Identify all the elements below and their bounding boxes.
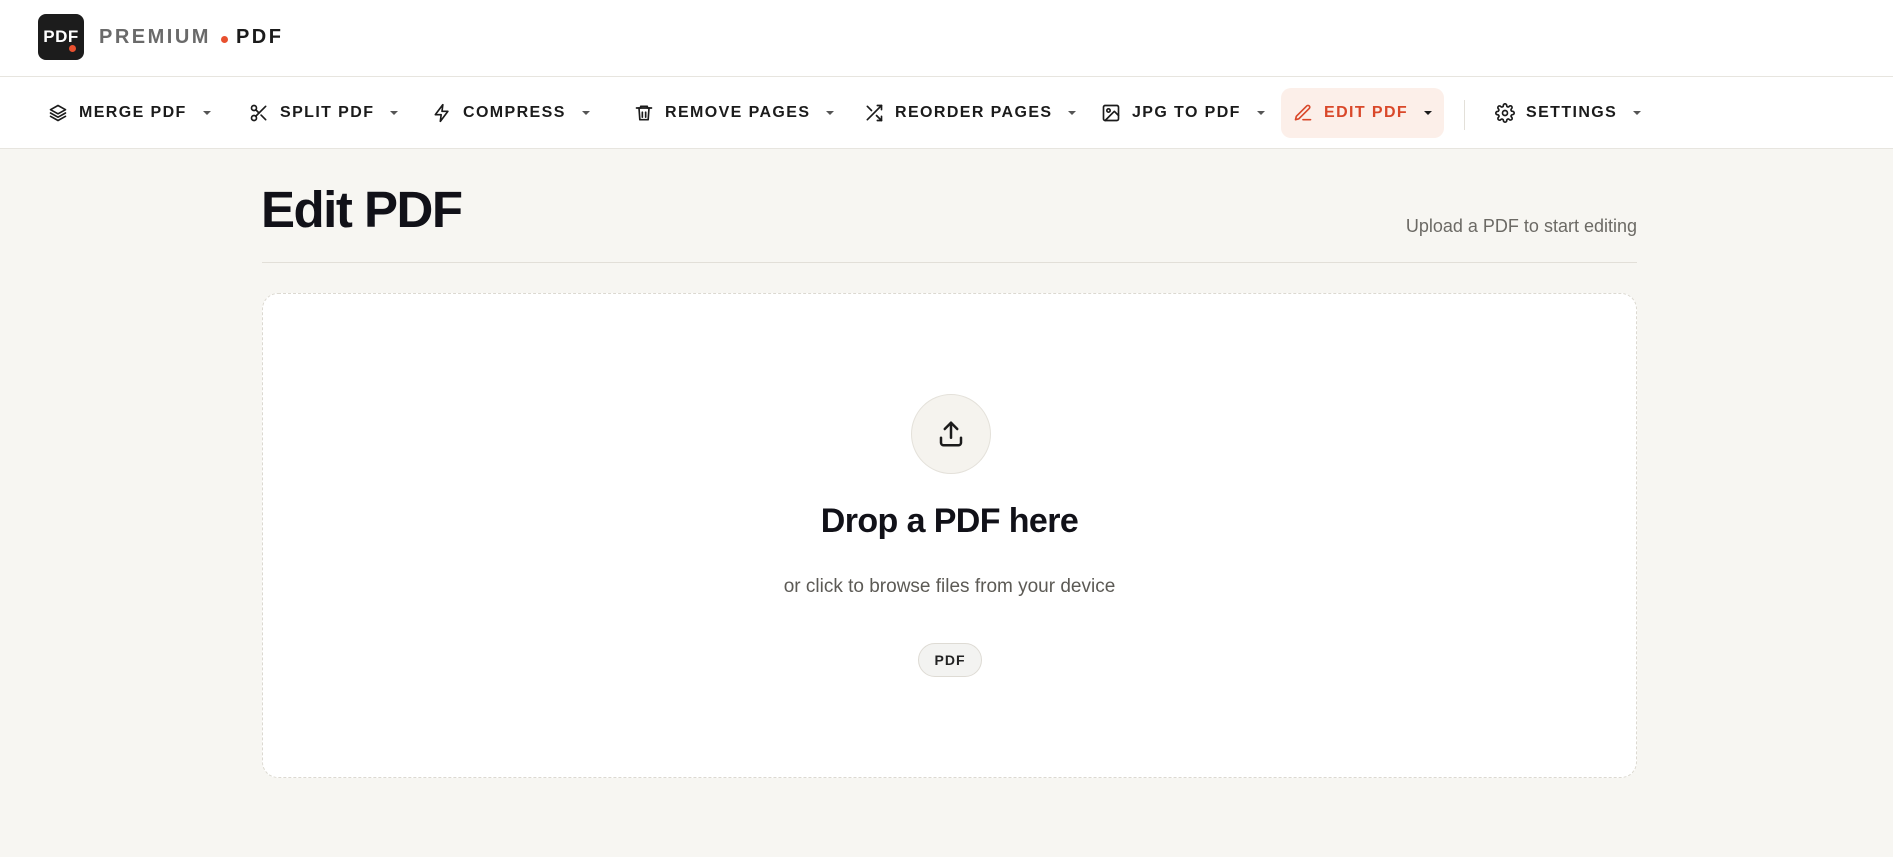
nav-item-label: SPLIT PDF <box>280 104 375 121</box>
nav-item-settings[interactable]: SETTINGS <box>1483 88 1653 138</box>
chevron-down-icon <box>390 111 399 115</box>
chevron-down-icon <box>202 111 211 115</box>
nav-item-split-pdf[interactable]: SPLIT PDF <box>237 88 410 138</box>
shuffle-icon <box>864 103 884 123</box>
brand-name-part2: PDF <box>235 25 284 48</box>
nav-divider <box>1464 100 1465 130</box>
gear-icon <box>1495 103 1515 123</box>
lightning-icon <box>432 103 452 123</box>
chevron-down-icon <box>581 111 590 115</box>
trash-icon <box>634 103 654 123</box>
nav-item-merge-pdf[interactable]: MERGE PDF <box>36 88 223 138</box>
pen-icon <box>1293 103 1313 123</box>
nav-item-label: COMPRESS <box>463 104 566 121</box>
main-nav: MERGE PDF SPLIT PDF COMPRESS REMOVE PAGE… <box>0 77 1893 149</box>
nav-item-jpg-to-pdf[interactable]: JPG TO PDF <box>1089 88 1277 138</box>
nav-item-label: JPG TO PDF <box>1132 104 1241 121</box>
dropzone-subtitle: or click to browse files from your devic… <box>783 576 1116 597</box>
scissors-icon <box>249 103 269 123</box>
logo-dot <box>69 45 76 52</box>
logo[interactable]: PDF <box>38 14 84 60</box>
chevron-down-icon <box>1424 111 1433 115</box>
brand-name[interactable]: PREMIUM PDF <box>99 25 283 49</box>
nav-item-label: SETTINGS <box>1526 104 1618 121</box>
format-badge: PDF <box>918 643 982 677</box>
nav-item-reorder-pages[interactable]: REORDER PAGES <box>852 88 1088 138</box>
file-dropzone[interactable]: Drop a PDF here or click to browse files… <box>262 293 1637 778</box>
dropzone-title: Drop a PDF here <box>820 502 1079 540</box>
brand-dot <box>220 35 228 43</box>
nav-item-compress[interactable]: COMPRESS <box>420 88 602 138</box>
divider <box>262 262 1637 263</box>
logo-text: PDF <box>43 27 79 46</box>
nav-item-remove-pages[interactable]: REMOVE PAGES <box>622 88 846 138</box>
upload-icon-circle <box>911 394 991 474</box>
nav-item-label: MERGE PDF <box>79 104 187 121</box>
nav-item-label: EDIT PDF <box>1324 104 1409 121</box>
nav-item-label: REMOVE PAGES <box>665 104 811 121</box>
chevron-down-icon <box>1633 111 1642 115</box>
app-header: PDF PREMIUM PDF <box>0 0 1893 77</box>
nav-item-label: REORDER PAGES <box>895 104 1053 121</box>
upload-icon <box>939 421 963 447</box>
page-hint: Upload a PDF to start editing <box>1405 216 1637 236</box>
chevron-down-icon <box>1068 111 1077 115</box>
page-title: Edit PDF <box>261 181 463 238</box>
layers-icon <box>48 103 68 123</box>
nav-item-edit-pdf[interactable]: EDIT PDF <box>1281 88 1445 138</box>
chevron-down-icon <box>1256 111 1265 115</box>
chevron-down-icon <box>826 111 835 115</box>
image-icon <box>1101 103 1121 123</box>
brand-name-part1: PREMIUM <box>99 25 211 48</box>
